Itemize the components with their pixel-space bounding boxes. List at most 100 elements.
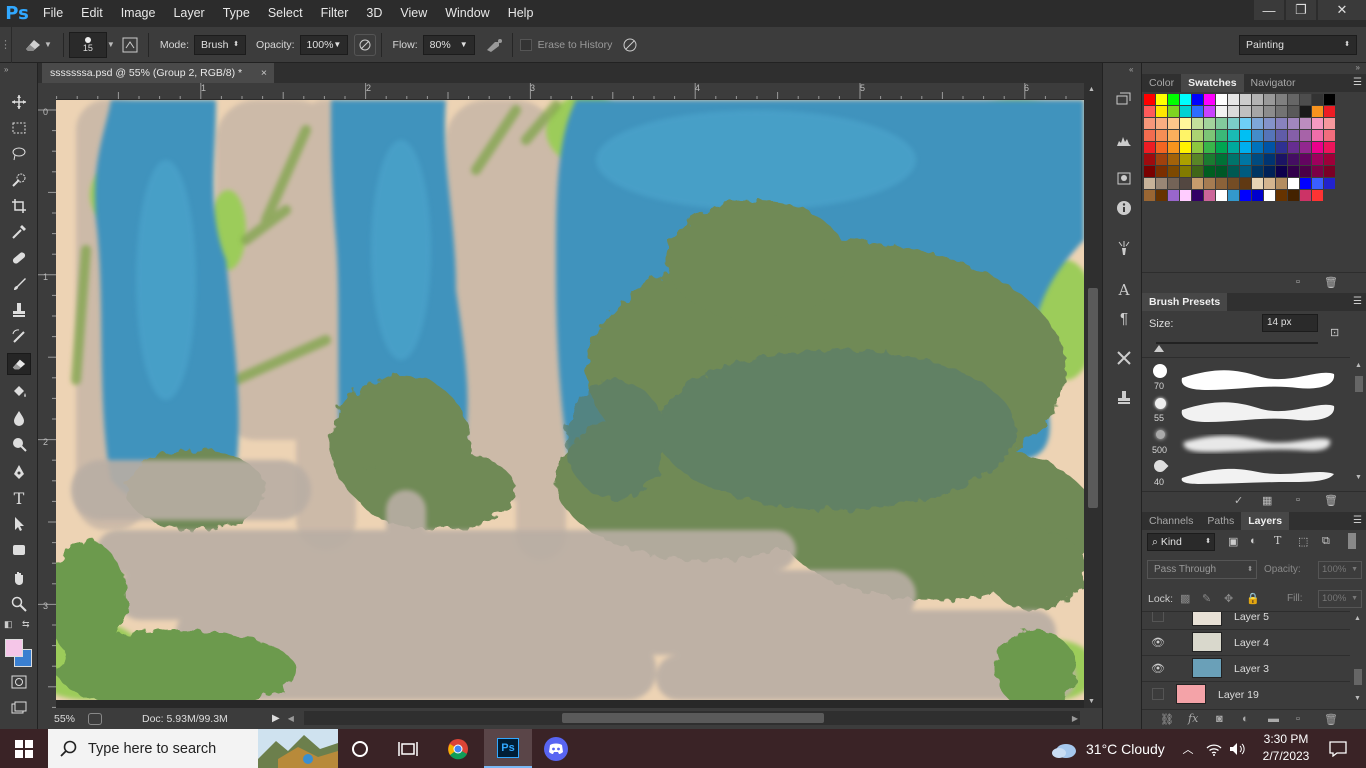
status-menu-arrow-icon[interactable]: ▶ [272, 713, 280, 724]
color-swatch[interactable] [1216, 130, 1227, 141]
eye-icon[interactable]: 👁 [1151, 636, 1165, 649]
visibility-toggle[interactable] [1152, 612, 1164, 622]
menu-window[interactable]: Window [436, 0, 498, 27]
adjustment-layer-icon[interactable]: ◐ [1242, 713, 1249, 725]
brush-panel-icon[interactable] [1113, 238, 1135, 258]
color-swatch[interactable] [1264, 190, 1275, 201]
color-swatch[interactable] [1276, 178, 1287, 189]
quick-selection-tool-icon[interactable] [7, 169, 31, 191]
layers-scrollbar[interactable]: ▲ ▼ [1352, 615, 1364, 705]
color-swatch[interactable] [1156, 94, 1167, 105]
color-swatch[interactable] [1180, 106, 1191, 117]
color-swatch[interactable] [1288, 142, 1299, 153]
color-swatch[interactable] [1192, 178, 1203, 189]
color-swatch[interactable] [1240, 190, 1251, 201]
color-swatch[interactable] [1264, 142, 1275, 153]
color-swatch[interactable] [1168, 154, 1179, 165]
tool-presets-icon[interactable] [1113, 168, 1135, 188]
color-swatch[interactable] [1264, 118, 1275, 129]
color-swatch[interactable] [1252, 154, 1263, 165]
brush-grid-icon[interactable]: ▦ [1262, 494, 1272, 507]
color-swatch[interactable] [1144, 154, 1155, 165]
mode-dropdown[interactable]: Brush ⬍ [194, 34, 247, 55]
color-swatch[interactable] [1252, 94, 1263, 105]
color-swatch[interactable] [1216, 118, 1227, 129]
color-swatch[interactable] [1288, 178, 1299, 189]
brush-list-scrollbar[interactable]: ▲ ▼ [1352, 358, 1366, 486]
menu-file[interactable]: File [34, 0, 72, 27]
color-swatch[interactable] [1156, 130, 1167, 141]
discord-icon[interactable] [532, 729, 580, 768]
color-swatch[interactable] [1264, 94, 1275, 105]
color-swatch[interactable] [1180, 94, 1191, 105]
airbrush-icon[interactable] [481, 32, 507, 58]
color-swatch[interactable] [1216, 178, 1227, 189]
eye-icon[interactable]: 👁 [1151, 662, 1165, 675]
eraser-tool-icon[interactable] [7, 353, 31, 375]
healing-brush-tool-icon[interactable] [7, 247, 31, 269]
scroll-up-icon[interactable]: ▲ [1355, 362, 1362, 369]
color-swatch[interactable] [1324, 142, 1335, 153]
blend-mode-dropdown[interactable]: Pass Through ⬍ [1147, 560, 1257, 579]
color-swatch[interactable] [1228, 130, 1239, 141]
zoom-level[interactable]: 55% [54, 713, 88, 725]
color-swatch[interactable] [1192, 118, 1203, 129]
menu-layer[interactable]: Layer [164, 0, 213, 27]
lock-image-icon[interactable]: ✎ [1202, 592, 1211, 605]
layer-fill-field[interactable]: 100% ▼ [1318, 590, 1362, 608]
paint-bucket-tool-icon[interactable] [7, 381, 31, 403]
color-swatch[interactable] [1276, 118, 1287, 129]
layer-style-icon[interactable]: fx [1188, 712, 1198, 725]
color-swatch[interactable] [1300, 94, 1311, 105]
dodge-tool-icon[interactable] [7, 433, 31, 455]
panel-menu-icon[interactable]: ☰ [1353, 296, 1362, 307]
color-swatch[interactable] [1264, 130, 1275, 141]
color-swatch[interactable] [1204, 118, 1215, 129]
color-swatch[interactable] [1276, 142, 1287, 153]
clock[interactable]: 3:30 PM 2/7/2023 [1254, 731, 1318, 767]
cortana-icon[interactable] [336, 729, 384, 768]
color-swatch[interactable] [1156, 154, 1167, 165]
filter-toggle[interactable] [1348, 533, 1356, 549]
document-canvas[interactable] [56, 100, 1084, 700]
tab-brush-presets[interactable]: Brush Presets [1142, 293, 1228, 311]
new-group-icon[interactable]: ▬ [1268, 713, 1279, 725]
brush-panel-toggle-icon[interactable] [117, 32, 143, 58]
filter-smart-object-icon[interactable]: ⧉ [1322, 535, 1330, 548]
color-swatch[interactable] [1168, 142, 1179, 153]
color-swatch[interactable] [1204, 142, 1215, 153]
menu-edit[interactable]: Edit [72, 0, 112, 27]
taskbar-search-box[interactable]: Type here to search [48, 729, 338, 768]
color-swatch[interactable] [1264, 178, 1275, 189]
trash-icon[interactable]: 🗑 [1324, 713, 1338, 726]
blur-tool-icon[interactable] [7, 407, 31, 429]
tab-color[interactable]: Color [1142, 74, 1181, 92]
pen-tool-icon[interactable] [7, 461, 31, 483]
color-swatch[interactable] [1216, 94, 1227, 105]
color-swatch[interactable] [1288, 154, 1299, 165]
new-preset-icon[interactable]: ▫ [1296, 494, 1300, 506]
scroll-down-icon[interactable]: ▼ [1354, 695, 1361, 702]
scroll-down-icon[interactable]: ▼ [1088, 698, 1095, 705]
info-icon[interactable] [1113, 198, 1135, 218]
brush-preset-item[interactable]: 55 [1144, 394, 1344, 426]
clone-source-icon[interactable] [1113, 388, 1135, 408]
color-swatch[interactable] [1312, 118, 1323, 129]
menu-type[interactable]: Type [214, 0, 259, 27]
color-swatch[interactable] [1192, 106, 1203, 117]
color-swatch[interactable] [1144, 190, 1155, 201]
history-brush-tool-icon[interactable] [7, 325, 31, 347]
color-swatch[interactable] [1204, 106, 1215, 117]
color-swatch[interactable] [1288, 190, 1299, 201]
color-swatch[interactable] [1276, 154, 1287, 165]
color-swatch[interactable] [1228, 178, 1239, 189]
size-slider-track[interactable] [1156, 342, 1318, 344]
color-swatch[interactable] [1276, 166, 1287, 177]
collapse-icon[interactable]: » [4, 65, 8, 74]
color-swatch[interactable] [1240, 94, 1251, 105]
color-swatch[interactable] [1144, 130, 1155, 141]
color-swatch[interactable] [1300, 130, 1311, 141]
color-swatch[interactable] [1288, 166, 1299, 177]
hand-tool-icon[interactable] [7, 567, 31, 589]
layer-mask-icon[interactable]: ◙ [1216, 713, 1223, 725]
